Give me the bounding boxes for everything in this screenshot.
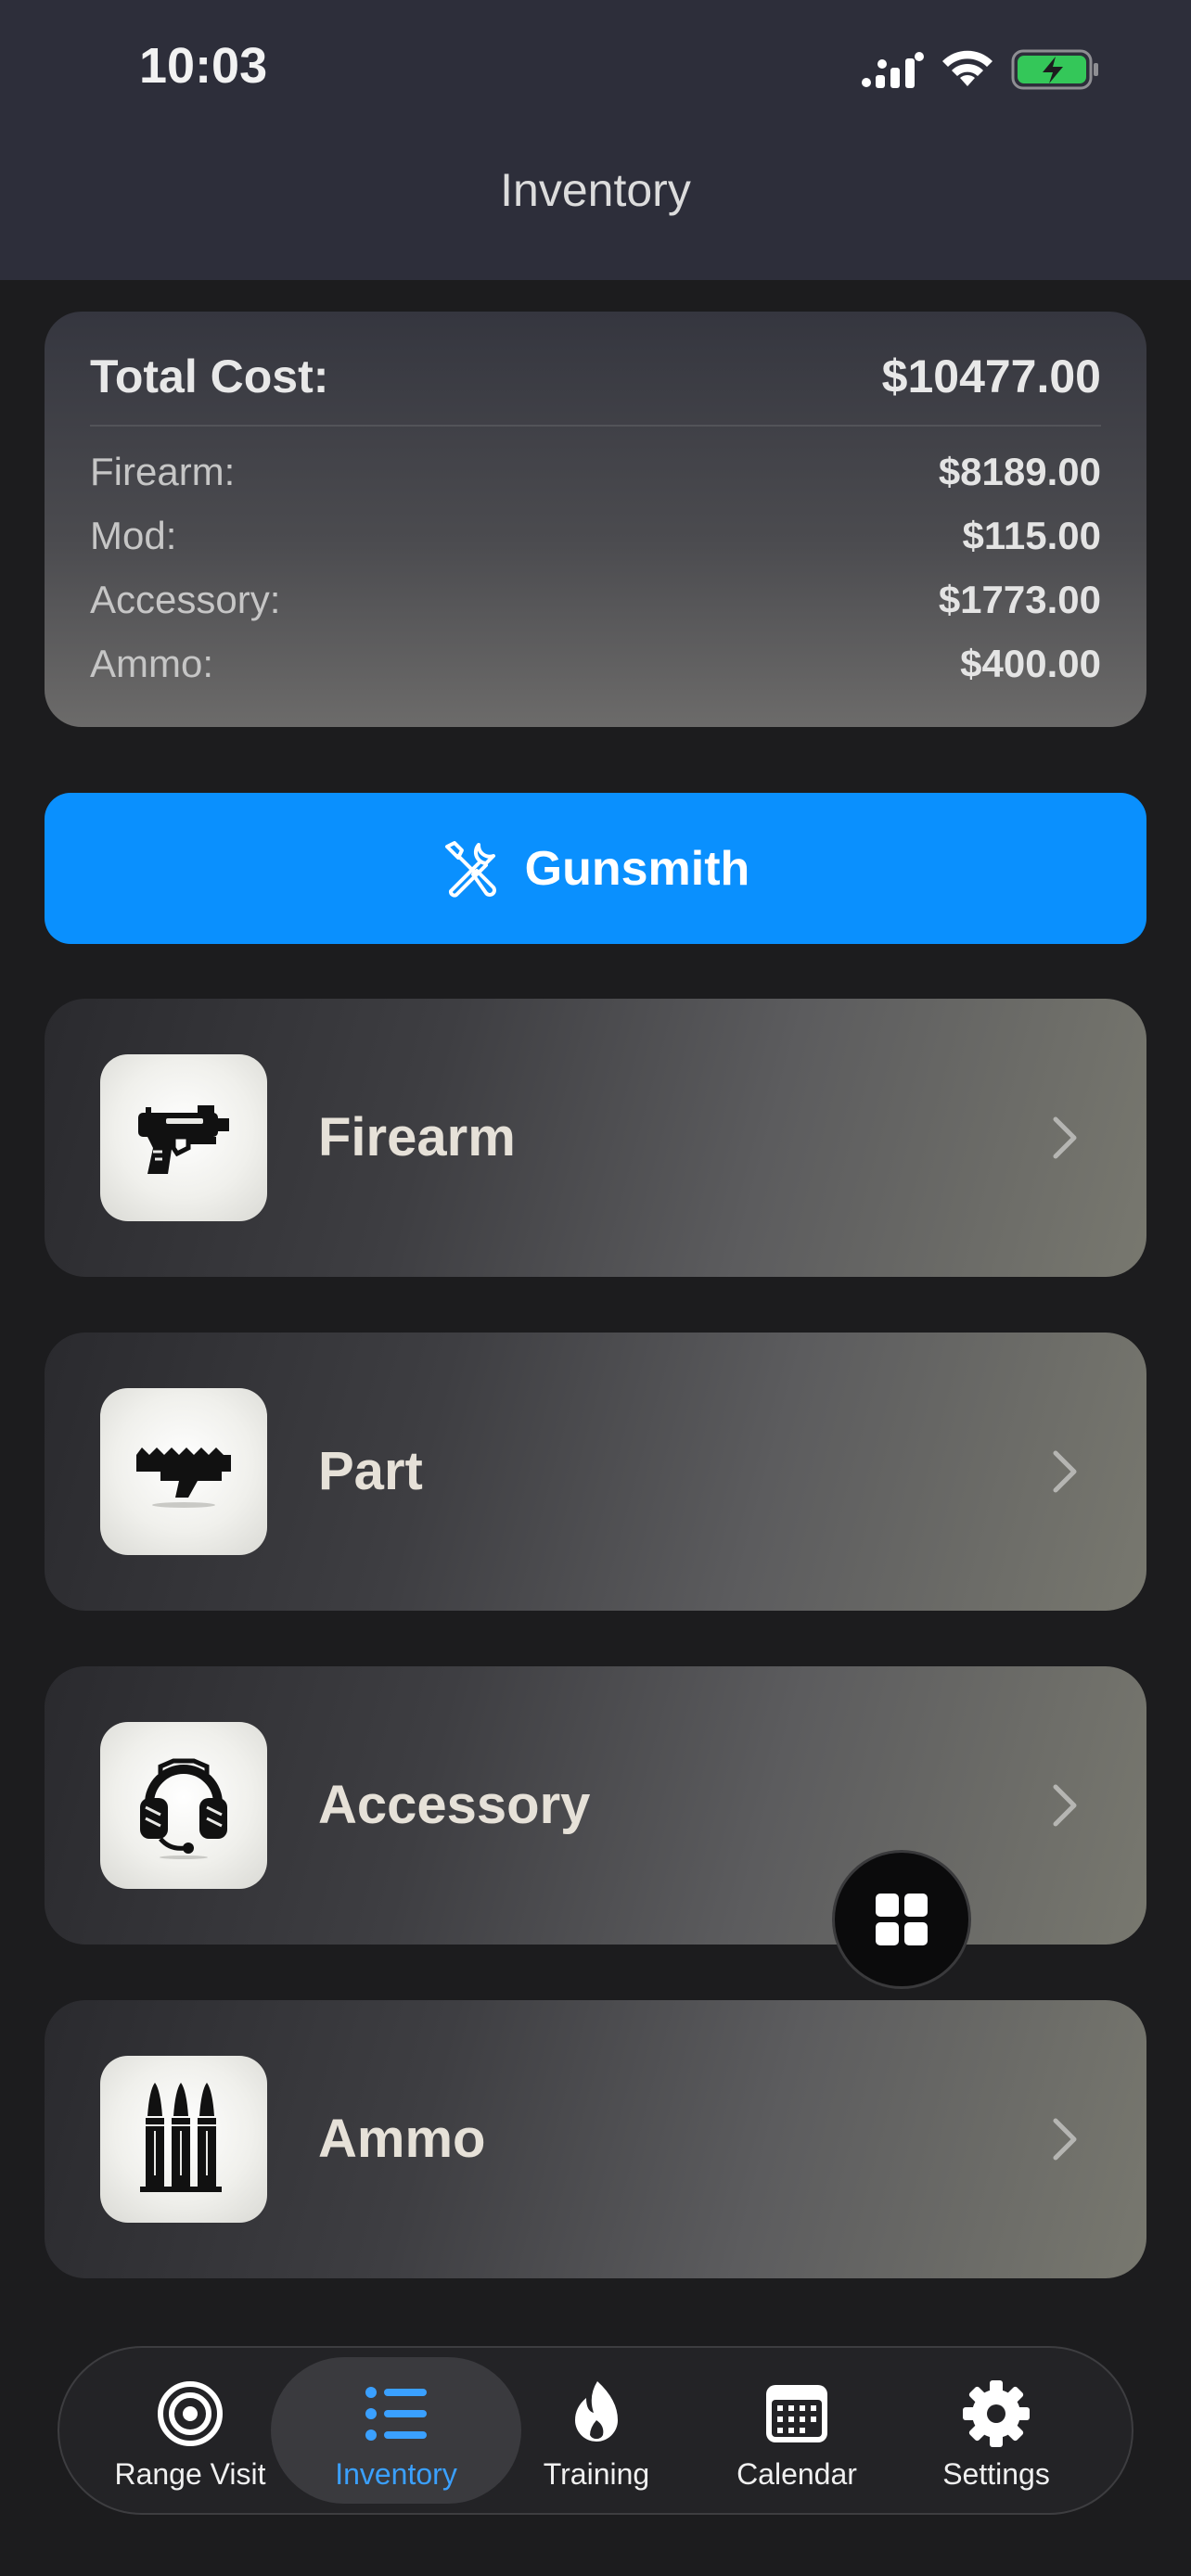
cost-value: $400.00 <box>960 641 1101 685</box>
total-cost-label: Total Cost: <box>90 351 329 402</box>
page-title: Inventory <box>500 164 691 216</box>
status-time: 10:03 <box>139 38 268 94</box>
cost-row-accessory: Accessory: $1773.00 <box>90 567 1101 631</box>
cost-row-firearm: Firearm: $8189.00 <box>90 440 1101 504</box>
battery-icon <box>1011 49 1098 90</box>
bullets-icon <box>140 2083 222 2192</box>
pistol-icon <box>138 1105 229 1174</box>
cost-value: $8189.00 <box>938 449 1101 493</box>
tab-bar: Range Visit Inventory Training Calendar … <box>58 2346 1133 2515</box>
headset-icon <box>140 1758 227 1859</box>
category-ammo[interactable]: Ammo <box>45 2000 1146 2278</box>
category-label: Part <box>318 1441 423 1501</box>
category-label: Ammo <box>318 2109 486 2169</box>
cellular-signal-icon <box>862 52 924 88</box>
category-part[interactable]: Part <box>45 1333 1146 1611</box>
wifi-icon <box>942 50 992 86</box>
tab-training[interactable]: Training <box>499 2348 694 2513</box>
category-thumbnail <box>100 1722 267 1889</box>
cost-label: Accessory: <box>90 577 281 621</box>
gear-icon <box>963 2380 1030 2447</box>
header: 10:03 Inventory <box>0 0 1191 280</box>
target-icon <box>158 2381 223 2446</box>
tab-label: Range Visit <box>114 2457 266 2491</box>
tab-inventory[interactable]: Inventory <box>299 2348 493 2513</box>
grid-menu-button[interactable] <box>832 1850 971 1989</box>
summary-divider <box>90 425 1101 427</box>
wrench-screwdriver-icon <box>444 840 496 898</box>
cost-label: Firearm: <box>90 449 236 493</box>
list-icon <box>365 2387 427 2441</box>
flame-icon <box>575 2381 618 2442</box>
category-label: Accessory <box>318 1775 591 1835</box>
tab-label: Training <box>543 2457 650 2491</box>
category-thumbnail <box>100 1388 267 1555</box>
rail-part-icon <box>136 1447 231 1508</box>
grid-icon <box>876 1894 928 1945</box>
cost-value: $1773.00 <box>938 577 1101 621</box>
chevron-right-icon <box>1053 1450 1077 1493</box>
tab-label: Settings <box>942 2457 1050 2491</box>
total-cost-row: Total Cost: $10477.00 <box>90 349 1101 404</box>
cost-label: Mod: <box>90 513 177 557</box>
chevron-right-icon <box>1053 1116 1077 1159</box>
tab-label: Inventory <box>335 2457 457 2491</box>
cost-row-mod: Mod: $115.00 <box>90 504 1101 567</box>
category-firearm[interactable]: Firearm <box>45 999 1146 1277</box>
cost-row-ammo: Ammo: $400.00 <box>90 631 1101 695</box>
tab-label: Calendar <box>736 2457 857 2491</box>
total-cost-value: $10477.00 <box>881 351 1101 402</box>
category-thumbnail <box>100 1054 267 1221</box>
category-accessory[interactable]: Accessory <box>45 1666 1146 1945</box>
category-label: Firearm <box>318 1107 516 1167</box>
chevron-right-icon <box>1053 2118 1077 2161</box>
tab-calendar[interactable]: Calendar <box>699 2348 894 2513</box>
gunsmith-label: Gunsmith <box>524 841 750 896</box>
category-thumbnail <box>100 2056 267 2223</box>
cost-summary-card: Total Cost: $10477.00 Firearm: $8189.00 … <box>45 312 1146 727</box>
calendar-icon <box>766 2385 827 2442</box>
tab-settings[interactable]: Settings <box>899 2348 1094 2513</box>
status-icons <box>861 48 1100 91</box>
cost-value: $115.00 <box>962 513 1101 557</box>
gunsmith-button[interactable]: Gunsmith <box>45 793 1146 944</box>
tab-range-visit[interactable]: Range Visit <box>93 2348 288 2513</box>
chevron-right-icon <box>1053 1784 1077 1827</box>
cost-label: Ammo: <box>90 641 214 685</box>
